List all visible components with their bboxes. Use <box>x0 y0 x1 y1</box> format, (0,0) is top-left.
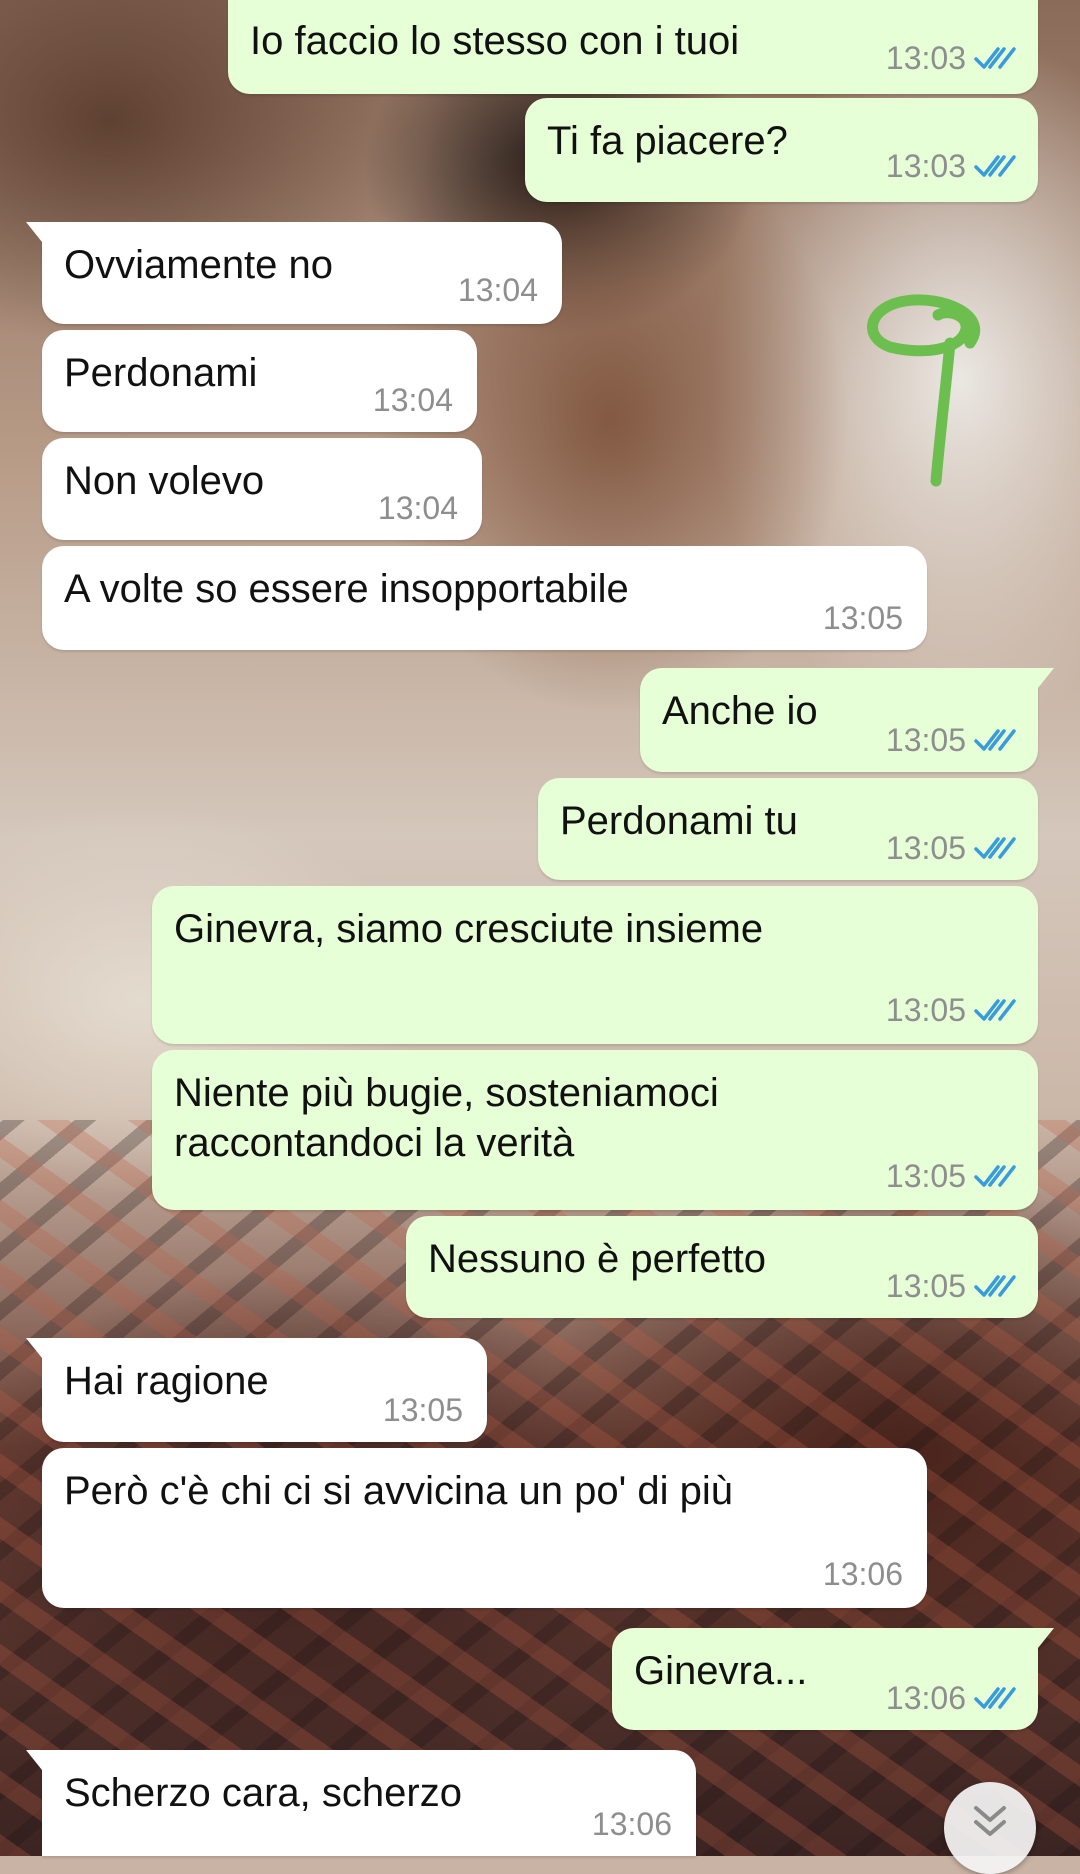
message-meta: 13:04 <box>373 382 453 418</box>
message-meta: 13:05 <box>886 992 1016 1028</box>
outgoing-message[interactable]: Io faccio lo stesso con i tuoi 13:03 <box>228 0 1038 94</box>
double-check-icon <box>974 837 1016 859</box>
incoming-message[interactable]: A volte so essere insopportabile 13:05 <box>42 546 927 650</box>
outgoing-message[interactable]: Ginevra... 13:06 <box>612 1628 1054 1730</box>
double-check-icon <box>974 1687 1016 1709</box>
scroll-to-bottom-button[interactable] <box>944 1782 1036 1874</box>
outgoing-message[interactable]: Ginevra, siamo cresciute insieme 13:05 <box>152 886 1038 1044</box>
message-meta: 13:05 <box>886 830 1016 866</box>
hand-drawn-annotation <box>867 294 981 487</box>
message-meta: 13:05 <box>823 600 903 636</box>
message-time: 13:05 <box>885 992 966 1028</box>
message-time: 13:06 <box>885 1680 966 1716</box>
message-time: 13:03 <box>885 40 966 76</box>
incoming-message[interactable]: Non volevo 13:04 <box>42 438 482 540</box>
outgoing-message[interactable]: Anche io 13:05 <box>640 668 1054 772</box>
message-time: 13:05 <box>885 1268 966 1304</box>
outgoing-message[interactable]: Nessuno è perfetto 13:05 <box>406 1216 1038 1318</box>
message-time: 13:04 <box>457 272 538 308</box>
incoming-message[interactable]: Però c'è chi ci si avvicina un po' di pi… <box>42 1448 927 1608</box>
message-time: 13:04 <box>372 382 453 418</box>
double-check-icon <box>974 1275 1016 1297</box>
double-check-icon <box>974 47 1016 69</box>
message-text: Ginevra, siamo cresciute insieme <box>174 907 764 951</box>
message-text: Però c'è chi ci si avvicina un po' di pi… <box>64 1469 733 1513</box>
message-time: 13:03 <box>885 148 966 184</box>
outgoing-message[interactable]: Ti fa piacere? 13:03 <box>525 98 1038 202</box>
incoming-message[interactable]: Hai ragione 13:05 <box>26 1338 487 1442</box>
double-check-icon <box>974 155 1016 177</box>
outgoing-message[interactable]: Perdonami tu 13:05 <box>538 778 1038 880</box>
double-check-icon <box>974 1165 1016 1187</box>
message-time: 13:04 <box>377 490 458 526</box>
incoming-message[interactable]: Perdonami 13:04 <box>42 330 477 432</box>
double-check-icon <box>974 999 1016 1021</box>
message-meta: 13:06 <box>592 1806 672 1842</box>
incoming-message[interactable]: Scherzo cara, scherzo 13:06 <box>26 1750 696 1856</box>
message-meta: 13:05 <box>886 722 1016 758</box>
incoming-message[interactable]: Ovviamente no 13:04 <box>26 222 562 324</box>
message-meta: 13:04 <box>378 490 458 526</box>
outgoing-message[interactable]: Niente più bugie, sosteniamoci raccontan… <box>152 1050 1038 1210</box>
message-meta: 13:05 <box>886 1268 1016 1304</box>
message-meta: 13:03 <box>886 40 1016 76</box>
message-time: 13:05 <box>885 722 966 758</box>
message-time: 13:05 <box>822 600 903 636</box>
double-check-icon <box>974 729 1016 751</box>
message-time: 13:05 <box>885 1158 966 1194</box>
message-meta: 13:06 <box>823 1556 903 1592</box>
message-time: 13:05 <box>885 830 966 866</box>
message-time: 13:05 <box>382 1392 463 1428</box>
message-time: 13:06 <box>822 1556 903 1592</box>
message-meta: 13:06 <box>886 1680 1016 1716</box>
message-meta: 13:05 <box>886 1158 1016 1194</box>
message-text: Scherzo cara, scherzo <box>64 1771 462 1815</box>
message-meta: 13:04 <box>458 272 538 308</box>
message-meta: 13:03 <box>886 148 1016 184</box>
message-time: 13:06 <box>591 1806 672 1842</box>
message-text: Niente più bugie, sosteniamoci raccontan… <box>174 1071 719 1165</box>
double-chevron-down-icon <box>974 1806 1006 1836</box>
message-meta: 13:05 <box>383 1392 463 1428</box>
message-text: A volte so essere insopportabile <box>64 567 629 611</box>
